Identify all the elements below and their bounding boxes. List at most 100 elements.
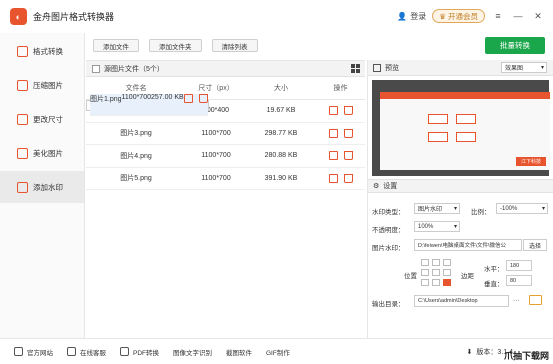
open-icon[interactable]	[328, 106, 338, 115]
preview-icon	[373, 63, 381, 72]
sidebar-item-resize[interactable]: 更改尺寸	[0, 103, 84, 135]
file-list-title: 源图片文件（5个）	[104, 65, 164, 73]
file-dimensions: 1100*700	[121, 93, 151, 117]
choose-button[interactable]: 选择	[523, 239, 547, 251]
position-label: 位置	[404, 273, 417, 280]
sidebar-item-label: 压缩图片	[33, 80, 63, 90]
effect-select[interactable]: 效果图 ▾	[501, 62, 547, 73]
sidebar-item-beautify[interactable]: 美化图片	[0, 137, 84, 169]
sidebar: 格式转换 压缩图片 更改尺寸 美化图片 添加水印	[0, 33, 85, 338]
batch-convert-button[interactable]: 批量转换	[485, 37, 545, 54]
convert-icon	[17, 45, 28, 57]
file-size: 298.77 KB	[246, 122, 316, 145]
file-name: 图片3.png	[86, 122, 186, 145]
delete-icon[interactable]	[343, 173, 353, 183]
file-name: 图片5.png	[86, 167, 186, 190]
column-header: 大小	[246, 77, 316, 100]
output-dir-input[interactable]: C:\Users\admin\Desktop	[414, 295, 509, 307]
app-logo: ◐	[10, 8, 27, 25]
table-row[interactable]: 图片1.png 1100*700 257.00 KB	[86, 93, 209, 117]
preview-label: 预览	[385, 64, 399, 72]
pdf-icon	[120, 347, 129, 356]
ocr-link[interactable]: 图像文字识别	[173, 347, 212, 357]
open-icon[interactable]	[328, 173, 338, 183]
chevron-down-icon: ▾	[453, 206, 457, 212]
ratio-label: 比例：	[471, 209, 491, 216]
file-size: 257.00 KB	[151, 93, 184, 117]
table-row[interactable]: 图片3.png 1100*700 298.77 KB	[86, 122, 365, 145]
checkbox-icon[interactable]	[92, 64, 100, 73]
wm-type-label: 水印类型：	[372, 209, 405, 216]
sidebar-item-label: 格式转换	[33, 46, 63, 56]
sidebar-item-format-convert[interactable]: 格式转换	[0, 35, 84, 67]
horizontal-input[interactable]: 180	[506, 260, 532, 271]
crown-icon: ♛	[439, 11, 446, 21]
image-watermark-path[interactable]: D:\feiwen\电脑桌面文件\文件\微信公	[414, 239, 522, 251]
gif-link[interactable]: GIF制作	[266, 347, 290, 357]
file-size: 19.67 KB	[246, 99, 316, 123]
login-label: 登录	[410, 11, 427, 21]
ratio-select[interactable]: -100% ▾	[496, 203, 548, 214]
compress-icon	[17, 79, 28, 91]
file-size: 280.88 KB	[246, 144, 316, 168]
login-button[interactable]: 👤 登录	[397, 11, 426, 22]
screenshot-link[interactable]: 截图软件	[226, 347, 252, 357]
sidebar-item-label: 美化图片	[33, 148, 63, 158]
watermark-preview: 江下科技	[516, 157, 546, 166]
delete-icon[interactable]	[343, 151, 353, 161]
more-button[interactable]: ···	[513, 297, 520, 304]
add-folder-button[interactable]: 添加文件夹	[149, 39, 202, 52]
site-watermark: 爪抽下载网	[503, 351, 549, 361]
opacity-label: 不透明度：	[372, 227, 405, 234]
resize-icon	[17, 113, 28, 125]
grid-view-icon[interactable]	[351, 64, 360, 73]
position-cell-selected[interactable]	[443, 279, 451, 286]
beautify-icon	[17, 147, 28, 159]
folder-icon[interactable]	[529, 295, 542, 305]
position-cell[interactable]	[443, 259, 451, 266]
right-panel: 预览 效果图 ▾ 江下科技 ⚙ 设置 水印类型： 图片水印 ▾ 比例： -100% ▾…	[367, 60, 553, 338]
file-dimensions: 1100*700	[186, 167, 246, 190]
opacity-select[interactable]: 100% ▾	[414, 221, 460, 232]
toolbar: 添加文件 添加文件夹 清除列表 批量转换	[85, 33, 553, 58]
table-row[interactable]: 图片5.png 1100*700 391.90 KB	[86, 167, 365, 190]
wm-type-select[interactable]: 图片水印 ▾	[414, 203, 460, 214]
image-watermark-label: 图片水印：	[372, 245, 405, 252]
menu-icon[interactable]: ≡	[491, 9, 505, 23]
file-name: 图片1.png	[90, 93, 122, 117]
pdf-convert-link[interactable]: PDF转换	[120, 347, 159, 357]
position-cell[interactable]	[432, 279, 440, 286]
file-list-header: 源图片文件（5个）	[86, 61, 365, 77]
online-service-link[interactable]: 在线客服	[67, 347, 106, 357]
position-cell[interactable]	[421, 259, 429, 266]
delete-icon[interactable]	[198, 93, 208, 103]
delete-icon[interactable]	[343, 128, 353, 138]
user-icon: 👤	[397, 11, 408, 21]
offset-label: 边距	[461, 273, 474, 280]
position-cell[interactable]	[443, 269, 451, 276]
sidebar-item-compress[interactable]: 压缩图片	[0, 69, 84, 101]
open-icon[interactable]	[328, 128, 338, 138]
delete-icon[interactable]	[343, 106, 353, 115]
position-cell[interactable]	[421, 279, 429, 286]
position-cell[interactable]	[421, 269, 429, 276]
gear-icon: ⚙	[373, 183, 380, 190]
column-header: 操作	[316, 77, 365, 100]
clear-list-button[interactable]: 清除列表	[211, 39, 258, 52]
add-file-button[interactable]: 添加文件	[93, 39, 139, 52]
minimize-icon[interactable]: —	[511, 9, 525, 23]
close-icon[interactable]: ✕	[531, 9, 545, 23]
open-icon[interactable]	[183, 93, 193, 103]
sidebar-item-watermark[interactable]: 添加水印	[0, 171, 84, 203]
open-icon[interactable]	[328, 151, 338, 161]
vertical-input[interactable]: 80	[506, 275, 532, 286]
settings-label: 设置	[383, 183, 398, 190]
table-row[interactable]: 图片4.png 1100*700 280.88 KB	[86, 144, 365, 168]
chevron-down-icon: ▾	[540, 65, 544, 71]
chevron-down-icon: ▾	[541, 206, 545, 212]
position-cell[interactable]	[432, 259, 440, 266]
official-site-link[interactable]: 官方网站	[14, 347, 53, 357]
vip-button[interactable]: ♛ 开通会员	[432, 9, 485, 23]
file-dimensions: 1100*700	[186, 144, 246, 168]
position-cell[interactable]	[432, 269, 440, 276]
